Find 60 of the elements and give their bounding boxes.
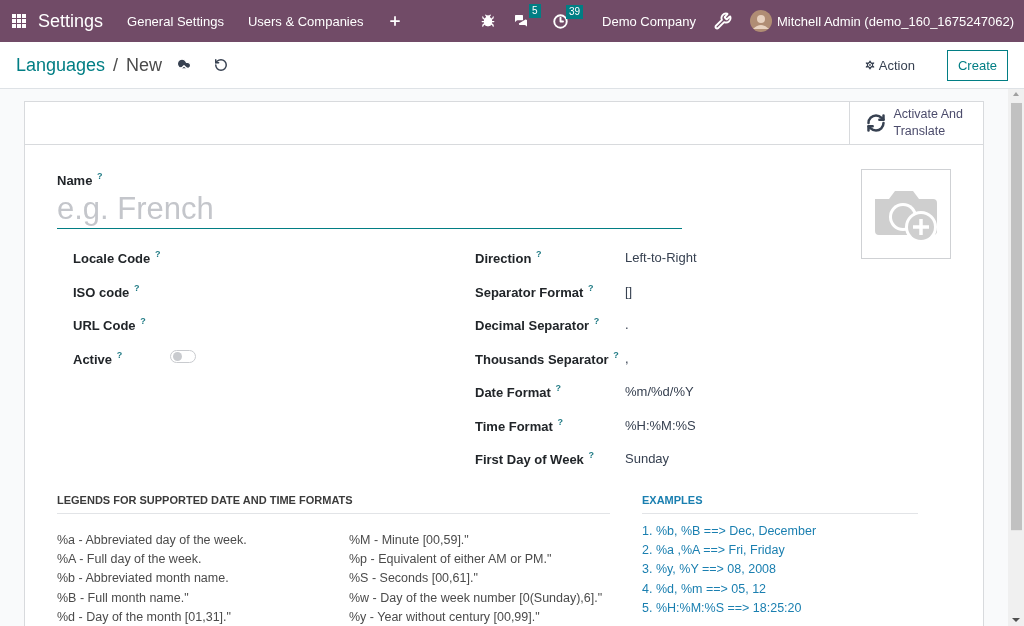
clock-icon[interactable] bbox=[553, 13, 568, 29]
field-label: Active $^{?}$ bbox=[73, 349, 124, 367]
field-value[interactable]: %m/%d/%Y bbox=[625, 384, 861, 400]
active-toggle[interactable] bbox=[170, 350, 196, 364]
legend-line: %B - Full month name." bbox=[57, 589, 190, 607]
section-title: LEGENDS FOR SUPPORTED DATE AND TIME FORMATS bbox=[57, 493, 610, 514]
example-line: 2. %a ,%A ==> Fri, Friday bbox=[642, 541, 786, 559]
field-label: Direction $^{?}$ bbox=[475, 249, 543, 267]
section-title: EXAMPLES bbox=[642, 493, 918, 514]
field-value[interactable]: [] bbox=[625, 283, 861, 299]
field-label: Thousands Separator $^{?}$ bbox=[475, 349, 620, 367]
user-menu[interactable]: Mitchell Admin (demo_160_1675247062) bbox=[776, 13, 1014, 29]
field-label: Decimal Separator $^{?}$ bbox=[475, 316, 601, 334]
field-label: Date Format $^{?}$ bbox=[475, 383, 562, 401]
breadcrumb-separator: / bbox=[113, 54, 119, 76]
plus-icon[interactable] bbox=[387, 14, 402, 28]
legend-line: %p - Equivalent of either AM or PM." bbox=[349, 550, 553, 568]
scrollbar[interactable] bbox=[1008, 89, 1024, 626]
field-value[interactable]: , bbox=[625, 350, 861, 366]
menu-item[interactable]: Users & Companies bbox=[235, 13, 376, 29]
avatar[interactable] bbox=[749, 10, 772, 32]
notification-badge: 5 bbox=[529, 4, 541, 18]
create-button[interactable]: Create bbox=[946, 49, 1008, 81]
field-label: First Day of Week $^{?}$ bbox=[475, 450, 595, 468]
field-label: URL Code $^{?}$ bbox=[73, 316, 147, 334]
legend-line: %y - Year without century [00,99]." bbox=[349, 609, 541, 626]
apps-menu-icon[interactable] bbox=[12, 14, 26, 28]
notification-badge: 39 bbox=[566, 4, 584, 19]
example-line: 3. %y, %Y ==> 08, 2008 bbox=[642, 561, 777, 579]
legend-line: %a - Abbreviated day of the week. bbox=[57, 531, 248, 549]
field-label: ISO code $^{?}$ bbox=[73, 282, 141, 300]
legend-line: %M - Minute [00,59]." bbox=[349, 531, 470, 549]
tools-icon[interactable] bbox=[713, 12, 732, 30]
field-value[interactable]: . bbox=[625, 317, 861, 333]
chat-icon[interactable] bbox=[513, 13, 529, 29]
example-line: 5. %H:%M:%S ==> 18:25:20 bbox=[642, 600, 803, 618]
refresh-icon bbox=[865, 113, 886, 133]
legend-line: %b - Abbreviated month name. bbox=[57, 570, 230, 588]
field-label: Name $^{?}$ bbox=[57, 173, 103, 188]
app-title[interactable]: Settings bbox=[38, 10, 104, 32]
legend-line: %S - Seconds [00,61]." bbox=[349, 570, 479, 588]
breadcrumb-link[interactable]: Languages bbox=[16, 54, 106, 76]
legend-line: %d - Day of the month [01,31]." bbox=[57, 609, 232, 626]
field-label: Time Format $^{?}$ bbox=[475, 416, 564, 434]
field-value[interactable]: Sunday bbox=[625, 451, 861, 467]
example-line: 1. %b, %B ==> Dec, December bbox=[642, 522, 818, 540]
field-value[interactable]: Left-to-Right bbox=[625, 250, 861, 266]
discard-icon[interactable] bbox=[214, 58, 229, 72]
menu-item[interactable]: General Settings bbox=[115, 13, 236, 29]
action-button[interactable]: Action bbox=[855, 53, 923, 77]
breadcrumb-current: New bbox=[126, 54, 163, 76]
bug-icon[interactable] bbox=[481, 14, 495, 28]
field-value[interactable]: %H:%M:%S bbox=[625, 417, 861, 433]
field-label: Separator Format $^{?}$ bbox=[475, 282, 595, 300]
legend-line: %A - Full day of the week. bbox=[57, 550, 203, 568]
company-switcher[interactable]: Demo Company bbox=[602, 13, 696, 29]
example-line: 4. %d, %m ==> 05, 12 bbox=[642, 580, 768, 598]
gear-icon bbox=[863, 59, 876, 71]
legend-line: %w - Day of the week number [0(Sunday),6]." bbox=[349, 589, 604, 607]
field-label: Locale Code $^{?}$ bbox=[73, 249, 162, 267]
